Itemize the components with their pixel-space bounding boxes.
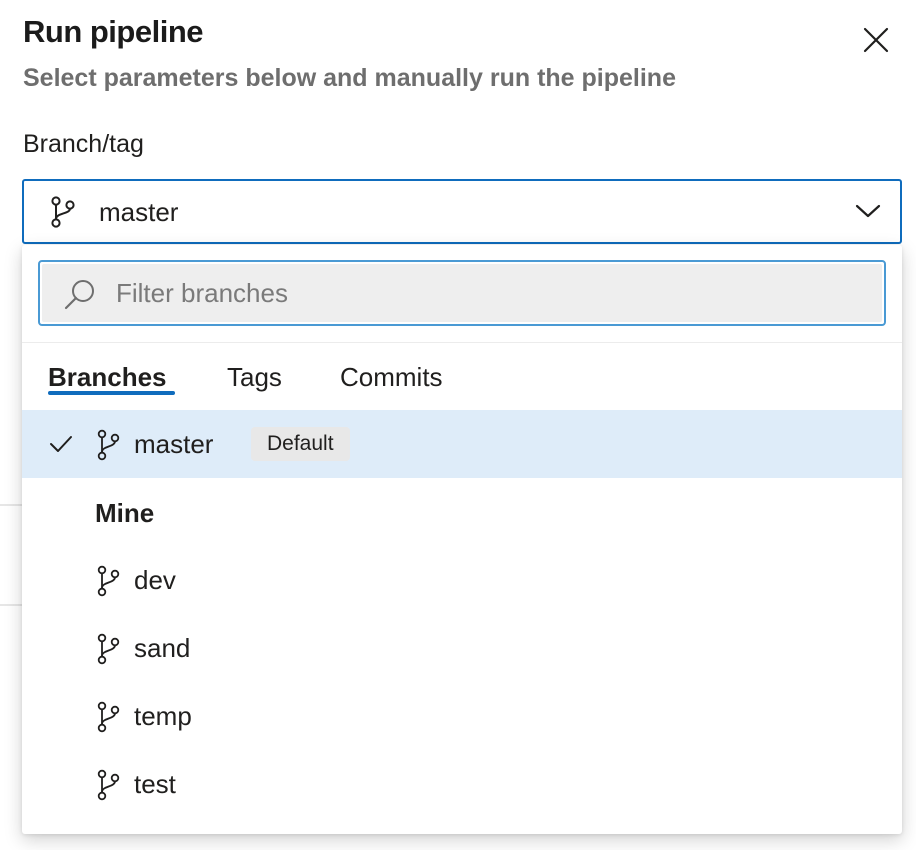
branch-item-label: test — [134, 769, 176, 799]
chevron-down-icon — [855, 204, 881, 218]
branch-item-temp[interactable]: temp — [22, 682, 902, 750]
background-divider — [0, 504, 24, 506]
default-badge: Default — [251, 427, 350, 461]
tab-tags[interactable]: Tags — [227, 362, 282, 393]
dropdown-divider — [22, 342, 902, 343]
group-header-mine: Mine — [95, 498, 155, 528]
dialog-subtitle: Select parameters below and manually run… — [23, 64, 676, 92]
background-divider — [0, 604, 24, 606]
branch-select-value: master — [99, 197, 179, 227]
branch-tag-label: Branch/tag — [23, 130, 144, 158]
active-tab-indicator — [48, 391, 175, 395]
branch-item-test[interactable]: test — [22, 750, 902, 818]
git-branch-icon — [97, 701, 120, 733]
dialog-title: Run pipeline — [23, 14, 204, 49]
branch-item-sand[interactable]: sand — [22, 614, 902, 682]
close-button[interactable] — [858, 22, 894, 58]
branch-item-label: dev — [134, 565, 176, 595]
git-branch-icon — [97, 429, 120, 461]
branch-item-label: temp — [134, 701, 192, 731]
branch-item-label: sand — [134, 633, 191, 663]
git-branch-icon — [97, 633, 120, 665]
close-icon — [863, 27, 889, 53]
tab-commits[interactable]: Commits — [340, 362, 443, 393]
checkmark-icon — [50, 436, 72, 452]
filter-box — [38, 260, 886, 326]
git-branch-icon — [51, 196, 75, 228]
filter-branches-input[interactable] — [116, 264, 856, 322]
tab-branches[interactable]: Branches — [48, 362, 167, 393]
branch-item-master[interactable]: master Default — [22, 410, 902, 478]
branch-item-label: master — [134, 429, 214, 459]
branch-dropdown: Branches Tags Commits master Default Min… — [22, 245, 902, 834]
search-icon — [64, 280, 94, 310]
filter-field — [42, 264, 882, 322]
git-branch-icon — [97, 769, 120, 801]
branch-item-dev[interactable]: dev — [22, 546, 902, 614]
git-branch-icon — [97, 565, 120, 597]
branch-select[interactable]: master — [22, 179, 902, 244]
